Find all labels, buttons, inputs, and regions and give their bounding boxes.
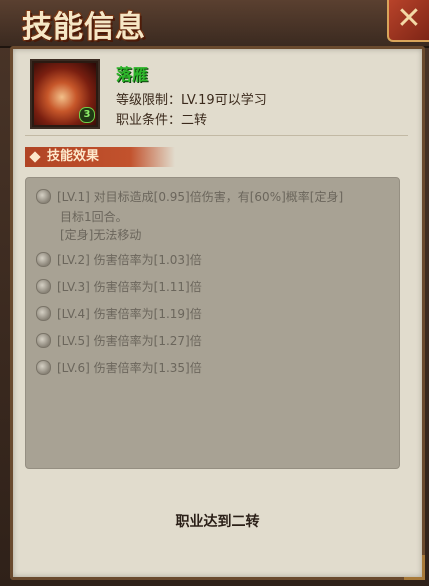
effect-item-lv1-line3: [定身]无法移动 xyxy=(60,228,142,242)
corner-ornament xyxy=(404,555,425,580)
diamond-icon xyxy=(29,151,41,163)
skill-panel: 3 落雁 等级限制：LV.19可以学习 职业条件：二转 技能效果 [LV.1] … xyxy=(10,46,425,580)
effect-item-lv6: [LV.6] 伤害倍率为[1.35]倍 xyxy=(36,359,202,376)
skill-level-badge: 3 xyxy=(79,107,95,123)
section-header-effects: 技能效果 xyxy=(25,147,175,167)
spiral-icon xyxy=(36,279,51,294)
section-label: 技能效果 xyxy=(47,149,100,164)
level-requirement: 等级限制：LV.19可以学习 xyxy=(116,93,267,108)
spiral-icon xyxy=(36,252,51,267)
unlock-condition: 职业达到二转 xyxy=(175,514,260,530)
effect-item-lv5: [LV.5] 伤害倍率为[1.27]倍 xyxy=(36,332,202,349)
spiral-icon xyxy=(36,189,51,204)
skill-icon-frame: 3 xyxy=(30,59,100,129)
spiral-icon xyxy=(36,360,51,375)
spiral-icon xyxy=(36,333,51,348)
spiral-icon xyxy=(36,306,51,321)
class-requirement: 职业条件：二转 xyxy=(116,113,208,128)
skill-name: 落雁 xyxy=(116,65,149,84)
effect-item-lv4: [LV.4] 伤害倍率为[1.19]倍 xyxy=(36,305,202,322)
skill-info-window: 技能信息 ✕ 3 落雁 等级限制：LV.19可以学习 职业条件：二转 技能效果 … xyxy=(0,0,429,586)
divider xyxy=(25,135,408,136)
window-header: 技能信息 ✕ xyxy=(0,0,429,48)
close-button[interactable]: ✕ xyxy=(387,0,429,42)
effect-item-lv1-line2: 目标1回合。 xyxy=(60,210,128,224)
effects-list: [LV.1] 对目标造成[0.95]倍伤害，有[60%]概率[定身] 目标1回合… xyxy=(25,177,400,469)
effect-item-lv2: [LV.2] 伤害倍率为[1.03]倍 xyxy=(36,251,202,268)
effect-item-lv3: [LV.3] 伤害倍率为[1.11]倍 xyxy=(36,278,202,295)
close-icon: ✕ xyxy=(396,1,422,36)
window-title: 技能信息 xyxy=(22,10,146,45)
effect-item-lv1: [LV.1] 对目标造成[0.95]倍伤害，有[60%]概率[定身] xyxy=(36,188,343,205)
